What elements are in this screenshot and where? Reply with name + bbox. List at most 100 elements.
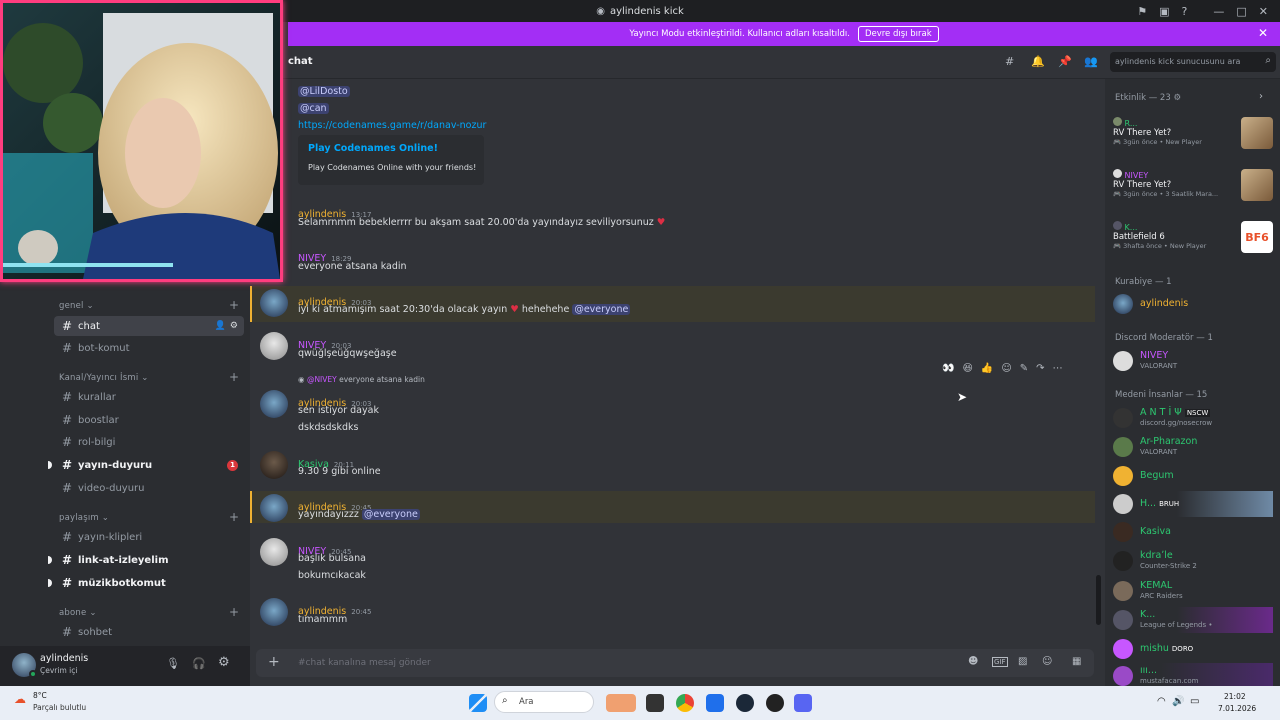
add-reaction-icon[interactable]: ☺ [1001, 363, 1011, 374]
bell-icon[interactable]: 🔔 [1031, 55, 1045, 68]
message-link[interactable]: https://codenames.game/r/danav-nozur [298, 120, 486, 131]
minimize-button[interactable]: — [1213, 5, 1224, 18]
channel-kurallar[interactable]: # kurallar [54, 387, 244, 407]
apps-icon[interactable]: ▦ [1072, 656, 1081, 667]
weather-temp[interactable]: 8°C [33, 691, 47, 700]
channel-yayin-klipleri[interactable]: # yayın-klipleri [54, 527, 244, 547]
start-icon[interactable] [469, 694, 487, 712]
game-app-icon[interactable] [766, 694, 784, 712]
category-genel[interactable]: genel ⌄ [59, 301, 94, 311]
clock-date[interactable]: 7.01.2026 [1218, 704, 1256, 713]
help-icon[interactable]: ? [1182, 5, 1188, 18]
add-channel-icon[interactable]: + [229, 298, 239, 312]
add-channel-icon[interactable]: + [229, 605, 239, 619]
mention[interactable]: @LilDosto [298, 86, 350, 97]
microphone-icon[interactable]: 🎙 [166, 657, 180, 670]
inbox-icon[interactable]: ▣ [1159, 5, 1169, 18]
wifi-icon[interactable]: ◠ [1157, 696, 1166, 707]
edit-icon[interactable]: ✎ [1020, 363, 1028, 374]
avatar[interactable] [260, 494, 288, 522]
activity-card[interactable]: K... Battlefield 6 🎮 3hafta önce • New P… [1113, 221, 1273, 265]
battery-icon[interactable]: ▭ [1190, 696, 1199, 707]
sticker-icon[interactable]: ▨ [1018, 656, 1027, 667]
thumbs-up-reaction-icon[interactable]: 👍 [981, 363, 993, 374]
weather-icon[interactable]: ☁ [14, 692, 26, 706]
disable-streamer-mode-button[interactable]: Devre dışı bırak [857, 26, 939, 42]
activity-card[interactable]: NIVEY RV There Yet? 🎮 3gün önce • 3 Saat… [1113, 169, 1273, 213]
avatar[interactable] [260, 451, 288, 479]
channel-rol-bilgi[interactable]: # rol-bilgi [54, 432, 244, 452]
avatar[interactable] [260, 332, 288, 360]
avatar[interactable] [260, 390, 288, 418]
close-icon[interactable]: ✕ [1258, 26, 1268, 40]
member-item[interactable]: Begum [1113, 463, 1273, 489]
more-icon[interactable]: ⋯ [1053, 363, 1063, 374]
embed-title[interactable]: Play Codenames Online! [308, 143, 438, 154]
emoji-icon[interactable]: ☺ [1042, 656, 1052, 667]
member-item[interactable]: Ar-Pharazon VALORANT [1113, 434, 1273, 460]
file-explorer-icon[interactable] [646, 694, 664, 712]
channel-muzikbotkomut[interactable]: # müzikbotkomut [48, 573, 244, 593]
search-input[interactable]: aylindenis kick sunucusunu ara ⌕ [1110, 52, 1276, 72]
gif-icon[interactable]: GIF [992, 657, 1008, 667]
channel-boostlar[interactable]: # boostlar [54, 410, 244, 430]
avatar[interactable] [260, 538, 288, 566]
add-channel-icon[interactable]: + [229, 370, 239, 384]
member-item[interactable]: KEMAL ARC Raiders [1113, 578, 1273, 604]
member-item[interactable]: A N T İ Ψ NSCW discord.gg/nosecrow [1113, 405, 1273, 431]
flag-icon[interactable]: ⚑ [1137, 5, 1147, 18]
steam-icon[interactable] [736, 694, 754, 712]
message-input[interactable]: + #chat kanalına mesaj gönder ☻ GIF ▨ ☺ … [256, 649, 1094, 677]
gear-icon[interactable]: ⚙ [1173, 93, 1181, 103]
activity-card[interactable]: R... RV There Yet? 🎮 3gün önce • New Pla… [1113, 117, 1273, 161]
add-channel-icon[interactable]: + [229, 510, 239, 524]
pin-icon[interactable]: 📌 [1058, 55, 1072, 68]
member-item[interactable]: NIVEY VALORANT [1113, 348, 1273, 374]
gear-icon[interactable]: ⚙ [230, 321, 238, 331]
forward-icon[interactable]: ↷ [1036, 363, 1044, 374]
maximize-button[interactable]: □ [1236, 5, 1246, 18]
weather-desc[interactable]: Parçalı bulutlu [33, 703, 86, 712]
channel-bot-komut[interactable]: # bot-komut [54, 338, 244, 358]
channel-link-at-izleyelim[interactable]: # link-at-izleyelim [48, 550, 244, 570]
chevron-right-icon[interactable]: › [1259, 91, 1263, 102]
discord-icon[interactable] [794, 694, 812, 712]
close-button[interactable]: ✕ [1259, 5, 1268, 18]
channel-video-duyuru[interactable]: # video-duyuru [54, 478, 244, 498]
channel-yayin-duyuru[interactable]: # yayın-duyuru 1 [48, 455, 244, 475]
member-item[interactable]: ııı... mustafacan.com [1113, 663, 1273, 686]
volume-icon[interactable]: 🔊 [1172, 696, 1184, 707]
chrome-icon[interactable] [676, 694, 694, 712]
activity-header[interactable]: Etkinlik — 23 ⚙ [1115, 93, 1181, 103]
username[interactable]: aylindenis [40, 653, 88, 664]
taskbar-search[interactable]: ⌕ Ara [494, 691, 594, 713]
member-item[interactable]: K... League of Legends • [1113, 607, 1273, 633]
channel-sohbet[interactable]: # sohbet [54, 622, 244, 642]
settings-icon[interactable]: ⚙ [218, 655, 230, 670]
category-paylasim[interactable]: paylaşım ⌄ [59, 513, 109, 523]
eyes-reaction-icon[interactable]: 👀 [942, 363, 954, 374]
avatar[interactable] [260, 598, 288, 626]
search-highlight-icon[interactable] [606, 694, 636, 712]
member-list-icon[interactable]: 👥 [1084, 55, 1098, 68]
invite-icon[interactable]: 👤 [215, 321, 226, 331]
category-abone[interactable]: abone ⌄ [59, 608, 97, 618]
add-attachment-icon[interactable]: + [268, 654, 280, 670]
member-item[interactable]: aylindenis [1113, 291, 1273, 317]
category-kanal[interactable]: Kanal/Yayıncı İsmi ⌄ [59, 373, 149, 383]
reply-preview[interactable]: ◉ @NIVEY everyone atsana kadin [298, 375, 425, 384]
everyone-mention[interactable]: @everyone [361, 509, 420, 520]
store-icon[interactable] [706, 694, 724, 712]
avatar[interactable] [260, 289, 288, 317]
member-item[interactable]: kdraʼle Counter-Strike 2 [1113, 548, 1273, 574]
member-item[interactable]: Kasiva [1113, 519, 1273, 545]
member-item[interactable]: mishu DORO [1113, 636, 1273, 662]
member-item[interactable]: H... BRUH [1113, 491, 1273, 517]
laugh-reaction-icon[interactable]: 😆 [962, 363, 972, 374]
headphones-icon[interactable]: 🎧 [192, 657, 206, 670]
everyone-mention[interactable]: @everyone [572, 304, 631, 315]
gift-icon[interactable]: ☻ [968, 656, 978, 667]
mention[interactable]: @can [298, 103, 329, 114]
threads-icon[interactable]: # [1005, 55, 1014, 68]
channel-chat[interactable]: # chat 👤 ⚙ [54, 316, 244, 336]
